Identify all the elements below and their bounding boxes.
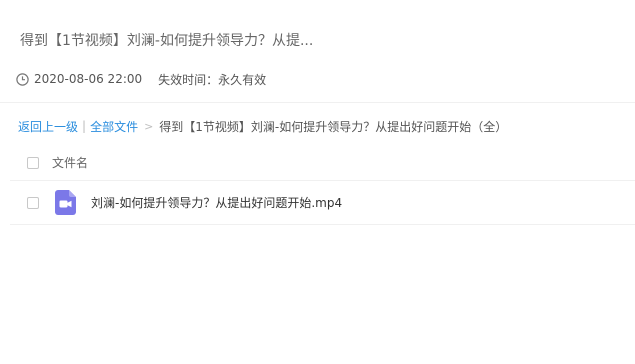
breadcrumb-separator: | [82, 119, 87, 133]
back-link[interactable]: 返回上一级 [18, 118, 78, 135]
share-page: 得到【1节视频】刘澜-如何提升领导力？从提... 2020-08-06 22:0… [0, 0, 635, 364]
share-created-time: 2020-08-06 22:00 [34, 72, 143, 86]
all-files-link[interactable]: 全部文件 [90, 118, 138, 135]
video-file-icon [55, 190, 76, 215]
breadcrumb: 返回上一级 | 全部文件 > 得到【1节视频】刘澜-如何提升领导力？从提出好问题… [18, 117, 507, 135]
file-name[interactable]: 刘澜-如何提升领导力？从提出好问题开始.mp4 [91, 194, 342, 211]
chevron-right-icon: > [144, 119, 154, 133]
share-expire-time: 失效时间：永久有效 [158, 72, 267, 87]
share-title: 得到【1节视频】刘澜-如何提升领导力？从提... [20, 33, 314, 49]
clock-icon [16, 72, 29, 86]
divider [0, 102, 635, 103]
file-list-header: 文件名 [10, 145, 635, 181]
share-meta: 2020-08-06 22:00 失效时间：永久有效 [16, 70, 266, 88]
select-all-checkbox[interactable] [27, 156, 39, 169]
column-header-filename: 文件名 [52, 156, 89, 170]
file-row[interactable]: 刘澜-如何提升领导力？从提出好问题开始.mp4 [10, 181, 635, 225]
breadcrumb-current-folder: 得到【1节视频】刘澜-如何提升领导力？从提出好问题开始（全） [159, 119, 508, 134]
file-checkbox[interactable] [27, 196, 39, 209]
